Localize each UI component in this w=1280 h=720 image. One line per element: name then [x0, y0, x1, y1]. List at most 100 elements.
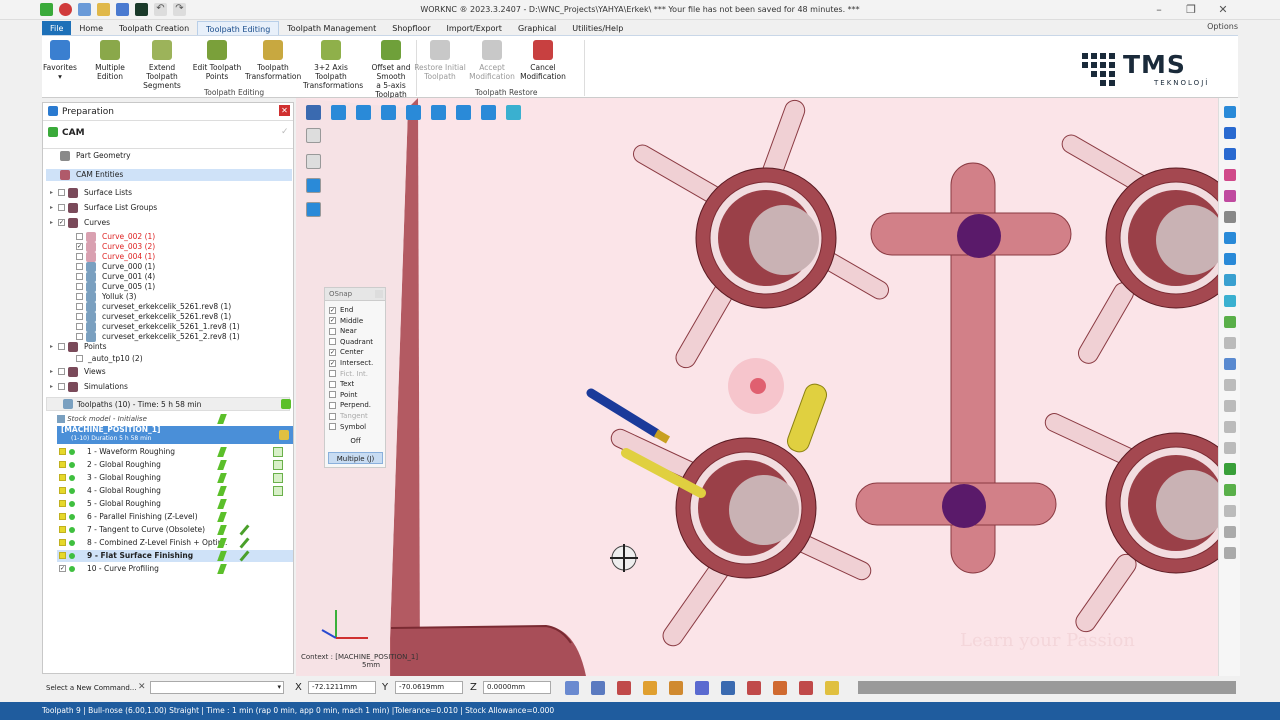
side-tool-icon[interactable]: [1224, 379, 1236, 391]
toolpaths-header[interactable]: Toolpaths (10) - Time: 5 h 58 min: [46, 397, 291, 411]
tree-item[interactable]: ▸ ✓ Curves: [46, 217, 292, 229]
side-tool-icon[interactable]: [1224, 316, 1236, 328]
view-cube-icon[interactable]: [331, 105, 346, 120]
toolpath-item[interactable]: 5 - Global Roughing: [57, 498, 293, 510]
view-cube-icon[interactable]: [381, 105, 396, 120]
side-tool-icon[interactable]: [1224, 400, 1236, 412]
checkbox[interactable]: ✓: [76, 243, 83, 250]
clear-command-icon[interactable]: ✕: [138, 682, 146, 692]
checkbox[interactable]: [76, 323, 83, 330]
command-tool-icon[interactable]: [721, 681, 735, 695]
expand-icon[interactable]: ▸: [50, 187, 53, 199]
osnap-checkbox[interactable]: [329, 370, 336, 378]
osnap-option[interactable]: ✓ Intersect.: [329, 358, 373, 369]
tree-item[interactable]: ▸ Views: [46, 366, 292, 378]
command-tool-icon[interactable]: [799, 681, 813, 695]
command-tool-icon[interactable]: [591, 681, 605, 695]
checkbox[interactable]: [76, 355, 83, 362]
menu-tab-7[interactable]: Graphical: [510, 21, 564, 35]
toolpath-item[interactable]: 1 - Waveform Roughing: [57, 446, 293, 458]
osnap-checkbox[interactable]: ✓: [329, 348, 336, 356]
checkbox[interactable]: [76, 293, 83, 300]
command-tool-icon[interactable]: [617, 681, 631, 695]
osnap-checkbox[interactable]: [329, 401, 336, 409]
side-tool-icon[interactable]: [1224, 442, 1236, 454]
command-tool-icon[interactable]: [773, 681, 787, 695]
menu-tab-3[interactable]: Toolpath Editing: [197, 21, 280, 35]
osnap-checkbox[interactable]: [329, 380, 336, 388]
display-mode-icon[interactable]: [306, 128, 321, 143]
toolpath-checkbox[interactable]: [59, 461, 66, 468]
ribbon-button-5[interactable]: 3+2 Axis Toolpath Transformations: [303, 40, 363, 90]
toolpath-item[interactable]: 7 - Tangent to Curve (Obsolete): [57, 524, 293, 536]
checkbox[interactable]: [76, 233, 83, 240]
ribbon-button-6[interactable]: Offset and Smooth a 5-axis Toolpath: [363, 40, 419, 99]
checkbox[interactable]: [58, 189, 65, 196]
options-menu[interactable]: Options: [1207, 22, 1238, 31]
side-tool-icon[interactable]: [1224, 421, 1236, 433]
machine-position-item[interactable]: [MACHINE_POSITION_1] (1-10) Duration 5 h…: [57, 425, 293, 444]
osnap-option[interactable]: ✓ End: [329, 305, 353, 316]
view-cube-icon[interactable]: [406, 105, 421, 120]
side-tool-icon[interactable]: [1224, 337, 1236, 349]
tree-item[interactable]: _auto_tp10 (2): [46, 353, 292, 365]
expand-icon[interactable]: ▸: [50, 366, 53, 378]
calculate-icon[interactable]: [281, 399, 291, 409]
toolpath-checkbox[interactable]: [59, 526, 66, 533]
ribbon-button-1[interactable]: Multiple Edition: [82, 40, 138, 81]
checkbox[interactable]: [58, 368, 65, 375]
z-coordinate-field[interactable]: 0.0000mm: [483, 681, 551, 694]
checkbox[interactable]: [76, 333, 83, 340]
menu-tab-2[interactable]: Toolpath Creation: [111, 21, 197, 35]
side-tool-icon[interactable]: [1224, 253, 1236, 265]
checkbox[interactable]: [76, 263, 83, 270]
osnap-checkbox[interactable]: ✓: [329, 359, 336, 367]
side-tool-icon[interactable]: [1224, 190, 1236, 202]
toolpath-item[interactable]: ✓ 10 - Curve Profiling: [57, 563, 293, 575]
toolpath-checkbox[interactable]: [59, 513, 66, 520]
checkbox[interactable]: [58, 343, 65, 350]
osnap-option[interactable]: Fict. Int.: [329, 369, 368, 380]
toolpath-checkbox[interactable]: [59, 487, 66, 494]
osnap-checkbox[interactable]: [329, 327, 336, 335]
tree-item[interactable]: CAM Entities: [46, 169, 292, 181]
toolpath-checkbox[interactable]: [59, 500, 66, 507]
tree-item[interactable]: Part Geometry: [46, 150, 292, 162]
menu-tab-5[interactable]: Shopfloor: [384, 21, 438, 35]
view-cube-icon[interactable]: [431, 105, 446, 120]
expand-icon[interactable]: ▸: [50, 341, 53, 353]
menu-tab-1[interactable]: Home: [71, 21, 111, 35]
checkbox[interactable]: [76, 283, 83, 290]
toolpath-item[interactable]: 4 - Global Roughing: [57, 485, 293, 497]
command-tool-icon[interactable]: [825, 681, 839, 695]
osnap-option[interactable]: ✓ Middle: [329, 316, 363, 327]
checkbox[interactable]: [76, 273, 83, 280]
side-tool-icon[interactable]: [1224, 106, 1236, 118]
toolpath-item[interactable]: 9 - Flat Surface Finishing: [57, 550, 293, 562]
command-tool-icon[interactable]: [695, 681, 709, 695]
osnap-checkbox[interactable]: ✓: [329, 306, 336, 314]
ribbon-button-9[interactable]: Cancel Modification: [515, 40, 571, 81]
osnap-close-icon[interactable]: [375, 290, 383, 298]
osnap-option[interactable]: Point: [329, 390, 357, 401]
osnap-checkbox[interactable]: [329, 391, 336, 399]
menu-tab-4[interactable]: Toolpath Management: [279, 21, 384, 35]
view-cube-icon[interactable]: [456, 105, 471, 120]
toolpath-item[interactable]: 6 - Parallel Finishing (Z-Level): [57, 511, 293, 523]
osnap-option[interactable]: Symbol: [329, 422, 366, 433]
close-panel-icon[interactable]: ✕: [279, 105, 290, 116]
x-coordinate-field[interactable]: -72.1211mm: [308, 681, 376, 694]
display-mode-icon[interactable]: [306, 154, 321, 169]
view-cube-icon[interactable]: [481, 105, 496, 120]
tree-item[interactable]: ▸ Surface List Groups: [46, 202, 292, 214]
osnap-option[interactable]: Perpend.: [329, 400, 371, 411]
side-tool-icon[interactable]: [1224, 295, 1236, 307]
osnap-option[interactable]: ✓ Center: [329, 347, 364, 358]
side-tool-icon[interactable]: [1224, 547, 1236, 559]
checkbox[interactable]: [76, 313, 83, 320]
display-mode-icon[interactable]: [306, 202, 321, 217]
toolpath-item[interactable]: 8 - Combined Z-Level Finish + Optim.: [57, 537, 293, 549]
side-tool-icon[interactable]: [1224, 505, 1236, 517]
tree-item[interactable]: ▸ Points: [46, 341, 292, 353]
tree-item[interactable]: ▸ Surface Lists: [46, 187, 292, 199]
